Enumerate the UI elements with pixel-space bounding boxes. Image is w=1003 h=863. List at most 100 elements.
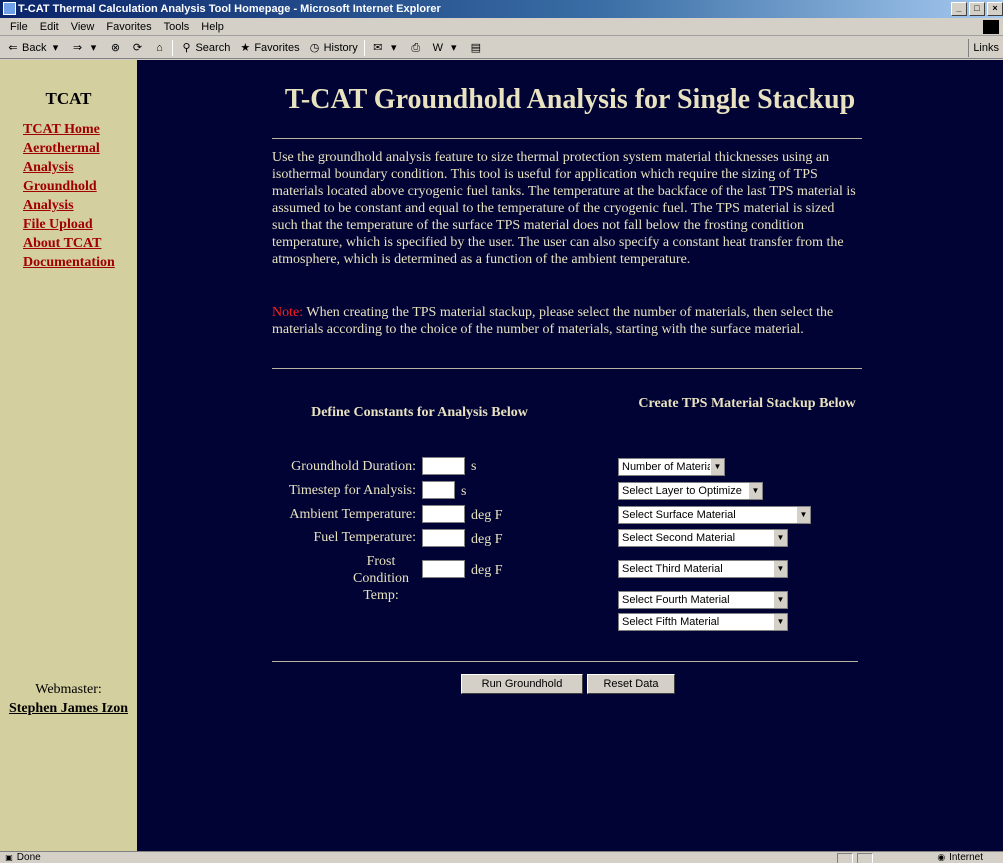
window-title-bar[interactable]: T-CAT Thermal Calculation Analysis Tool … — [0, 0, 1003, 18]
print-button[interactable]: ⎙ — [407, 41, 425, 55]
discuss-button[interactable]: ▤ — [467, 41, 485, 55]
third-material-select[interactable]: Select Third Material ▼ — [618, 560, 788, 578]
chevron-down-icon: ▾ — [451, 41, 457, 54]
chevron-down-icon[interactable]: ▼ — [773, 530, 787, 546]
forward-button[interactable]: ⇒ ▾ — [68, 41, 102, 55]
search-icon: ⚲ — [182, 41, 191, 54]
chevron-down-icon[interactable]: ▼ — [710, 459, 724, 475]
ambient-temperature-unit: deg F — [471, 508, 503, 523]
back-label: Back — [22, 41, 47, 54]
webmaster-link[interactable]: Stephen James Izon — [0, 699, 137, 718]
page-content: TCAT TCAT Home Aerothermal Analysis Grou… — [0, 60, 1003, 851]
nav-link-about-tcat[interactable]: About TCAT — [23, 234, 128, 253]
search-button[interactable]: ⚲ Search — [177, 41, 232, 55]
groundhold-duration-input[interactable] — [422, 457, 465, 475]
nav-link-documentation[interactable]: Documentation — [23, 253, 128, 272]
status-panel — [837, 853, 853, 863]
toolbar: ⇐ Back ▾ ⇒ ▾ ⊗ ⟳ ⌂ ⚲ Search ★ Favorites … — [0, 37, 1003, 59]
fifth-material-value: Select Fifth Material — [622, 616, 720, 628]
word-icon: W — [432, 41, 443, 54]
webmaster-block: Webmaster: Stephen James Izon — [0, 680, 137, 718]
fourth-material-value: Select Fourth Material — [622, 594, 730, 606]
frost-condition-input[interactable] — [422, 560, 465, 578]
ambient-temperature-label: Ambient Temperature: — [289, 507, 416, 522]
menu-help[interactable]: Help — [195, 21, 230, 33]
toolbar-separator — [363, 39, 365, 56]
back-button[interactable]: ⇐ Back ▾ — [4, 41, 64, 55]
second-material-value: Select Second Material — [622, 532, 736, 544]
chevron-down-icon[interactable]: ▼ — [773, 592, 787, 608]
stackup-heading: Create TPS Material Stackup Below — [638, 396, 856, 411]
status-text: Done — [16, 852, 41, 863]
search-label: Search — [195, 41, 231, 54]
layer-to-optimize-select[interactable]: Select Layer to Optimize ▼ — [618, 482, 763, 500]
home-button[interactable]: ⌂ — [150, 41, 168, 55]
window-title: T-CAT Thermal Calculation Analysis Tool … — [18, 3, 441, 15]
menu-view[interactable]: View — [65, 21, 101, 33]
nav-link-aerothermal-analysis[interactable]: Aerothermal Analysis — [23, 139, 128, 177]
favorites-button[interactable]: ★ Favorites — [236, 41, 301, 55]
refresh-button[interactable]: ⟳ — [128, 41, 146, 55]
fuel-temperature-label: Fuel Temperature: — [313, 530, 416, 545]
nav-link-groundhold-analysis[interactable]: Groundhold Analysis — [23, 177, 128, 215]
back-arrow-icon: ⇐ — [8, 41, 18, 54]
refresh-icon: ⟳ — [132, 41, 143, 54]
note-label: Note: — [272, 305, 304, 320]
chevron-down-icon[interactable]: ▼ — [773, 614, 787, 630]
run-groundhold-button[interactable]: Run Groundhold — [461, 674, 583, 694]
fuel-temperature-input[interactable] — [422, 529, 465, 547]
number-of-materials-value: Number of Materials — [622, 461, 722, 473]
sidebar-title: TCAT — [45, 89, 92, 108]
windows-logo-icon — [983, 20, 999, 34]
chevron-down-icon[interactable]: ▼ — [748, 483, 762, 499]
menu-file[interactable]: File — [4, 21, 34, 33]
chevron-down-icon: ▾ — [391, 41, 397, 54]
minimize-button[interactable]: _ — [951, 2, 967, 16]
page-title: T-CAT Groundhold Analysis for Single Sta… — [284, 84, 856, 115]
nav-link-tcat-home[interactable]: TCAT Home — [23, 120, 128, 139]
fourth-material-select[interactable]: Select Fourth Material ▼ — [618, 591, 788, 609]
maximize-button[interactable]: □ — [969, 2, 985, 16]
fuel-temperature-unit: deg F — [471, 532, 503, 547]
ambient-temperature-input[interactable] — [422, 505, 465, 523]
sidebar: TCAT TCAT Home Aerothermal Analysis Grou… — [0, 60, 137, 851]
timestep-input[interactable] — [422, 481, 455, 499]
forward-arrow-icon: ⇒ — [72, 41, 83, 54]
print-icon: ⎙ — [411, 41, 421, 54]
close-button[interactable]: × — [987, 2, 1003, 16]
toolbar-separator — [172, 39, 174, 56]
fifth-material-select[interactable]: Select Fifth Material ▼ — [618, 613, 788, 631]
main-panel: T-CAT Groundhold Analysis for Single Sta… — [137, 60, 1003, 851]
menu-tools[interactable]: Tools — [158, 21, 196, 33]
chevron-down-icon[interactable]: ▼ — [796, 507, 810, 523]
groundhold-duration-unit: s — [471, 459, 477, 474]
chevron-down-icon: ▾ — [90, 41, 97, 54]
nav-link-file-upload[interactable]: File Upload — [23, 215, 128, 234]
intro-paragraph: Use the groundhold analysis feature to s… — [272, 150, 856, 267]
layer-to-optimize-value: Select Layer to Optimize — [622, 485, 742, 497]
timestep-label: Timestep for Analysis: — [288, 483, 416, 498]
menu-edit[interactable]: Edit — [34, 21, 65, 33]
sidebar-nav: TCAT Home Aerothermal Analysis Groundhol… — [23, 120, 128, 272]
reset-data-button[interactable]: Reset Data — [587, 674, 675, 694]
chevron-down-icon[interactable]: ▼ — [773, 561, 787, 577]
note-paragraph: Note: When creating the TPS material sta… — [272, 304, 862, 338]
mail-button[interactable]: ✉ ▾ — [369, 41, 403, 55]
number-of-materials-select[interactable]: Number of Materials ▼ — [618, 458, 725, 476]
second-material-select[interactable]: Select Second Material ▼ — [618, 529, 788, 547]
third-material-value: Select Third Material — [622, 563, 723, 575]
divider — [272, 661, 858, 662]
globe-icon: ◉ — [937, 852, 946, 862]
surface-material-select[interactable]: Select Surface Material ▼ — [618, 506, 811, 524]
links-button[interactable]: Links — [968, 39, 1003, 57]
edit-button[interactable]: W ▾ — [429, 41, 463, 55]
security-zone: ◉ Internet — [922, 852, 983, 863]
menu-favorites[interactable]: Favorites — [100, 21, 157, 33]
history-button[interactable]: ◷ History — [306, 41, 360, 55]
chevron-down-icon: ▾ — [52, 41, 59, 54]
timestep-unit: s — [461, 484, 467, 499]
stop-button[interactable]: ⊗ — [106, 41, 124, 55]
favorites-label: Favorites — [254, 41, 300, 54]
constants-heading: Define Constants for Analysis Below — [311, 405, 528, 420]
status-panel — [857, 853, 873, 863]
